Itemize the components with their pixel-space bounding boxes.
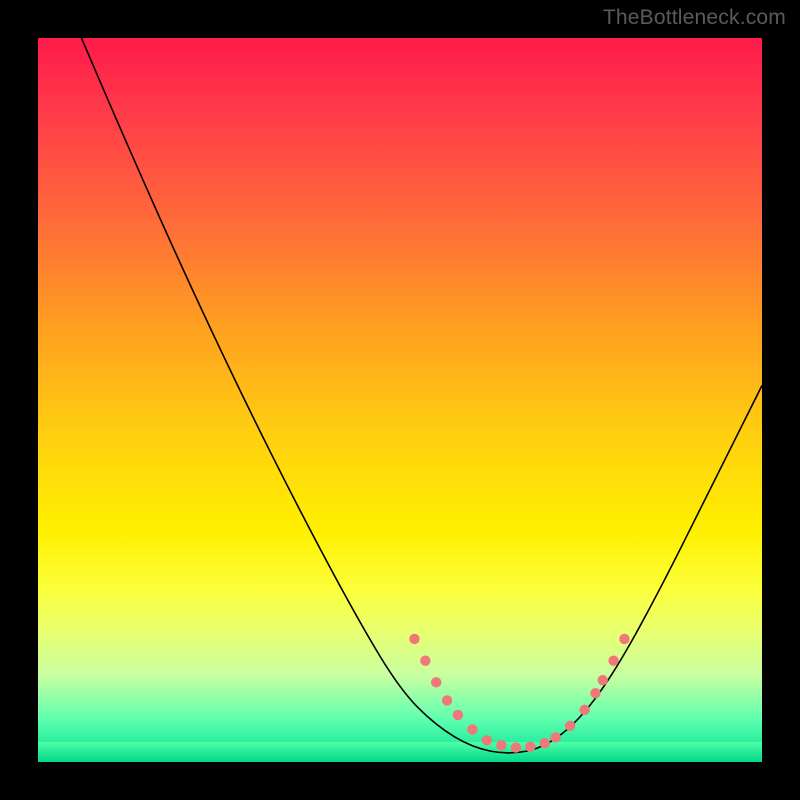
data-marker: [590, 688, 600, 698]
data-marker: [420, 655, 430, 665]
data-marker: [511, 742, 521, 752]
chart-svg: [38, 38, 762, 762]
data-marker: [431, 677, 441, 687]
data-marker: [467, 724, 477, 734]
data-marker: [540, 738, 550, 748]
data-marker: [409, 634, 419, 644]
data-marker: [608, 655, 618, 665]
marker-group: [409, 634, 629, 753]
chart-plot-area: [38, 38, 762, 762]
data-marker: [525, 742, 535, 752]
data-marker: [619, 634, 629, 644]
bottleneck-curve: [81, 38, 762, 753]
data-marker: [482, 735, 492, 745]
data-marker: [453, 710, 463, 720]
data-marker: [496, 740, 506, 750]
data-marker: [565, 721, 575, 731]
data-marker: [598, 675, 608, 685]
data-marker: [579, 705, 589, 715]
data-marker: [550, 732, 560, 742]
data-marker: [442, 695, 452, 705]
watermark-text: TheBottleneck.com: [603, 6, 786, 30]
